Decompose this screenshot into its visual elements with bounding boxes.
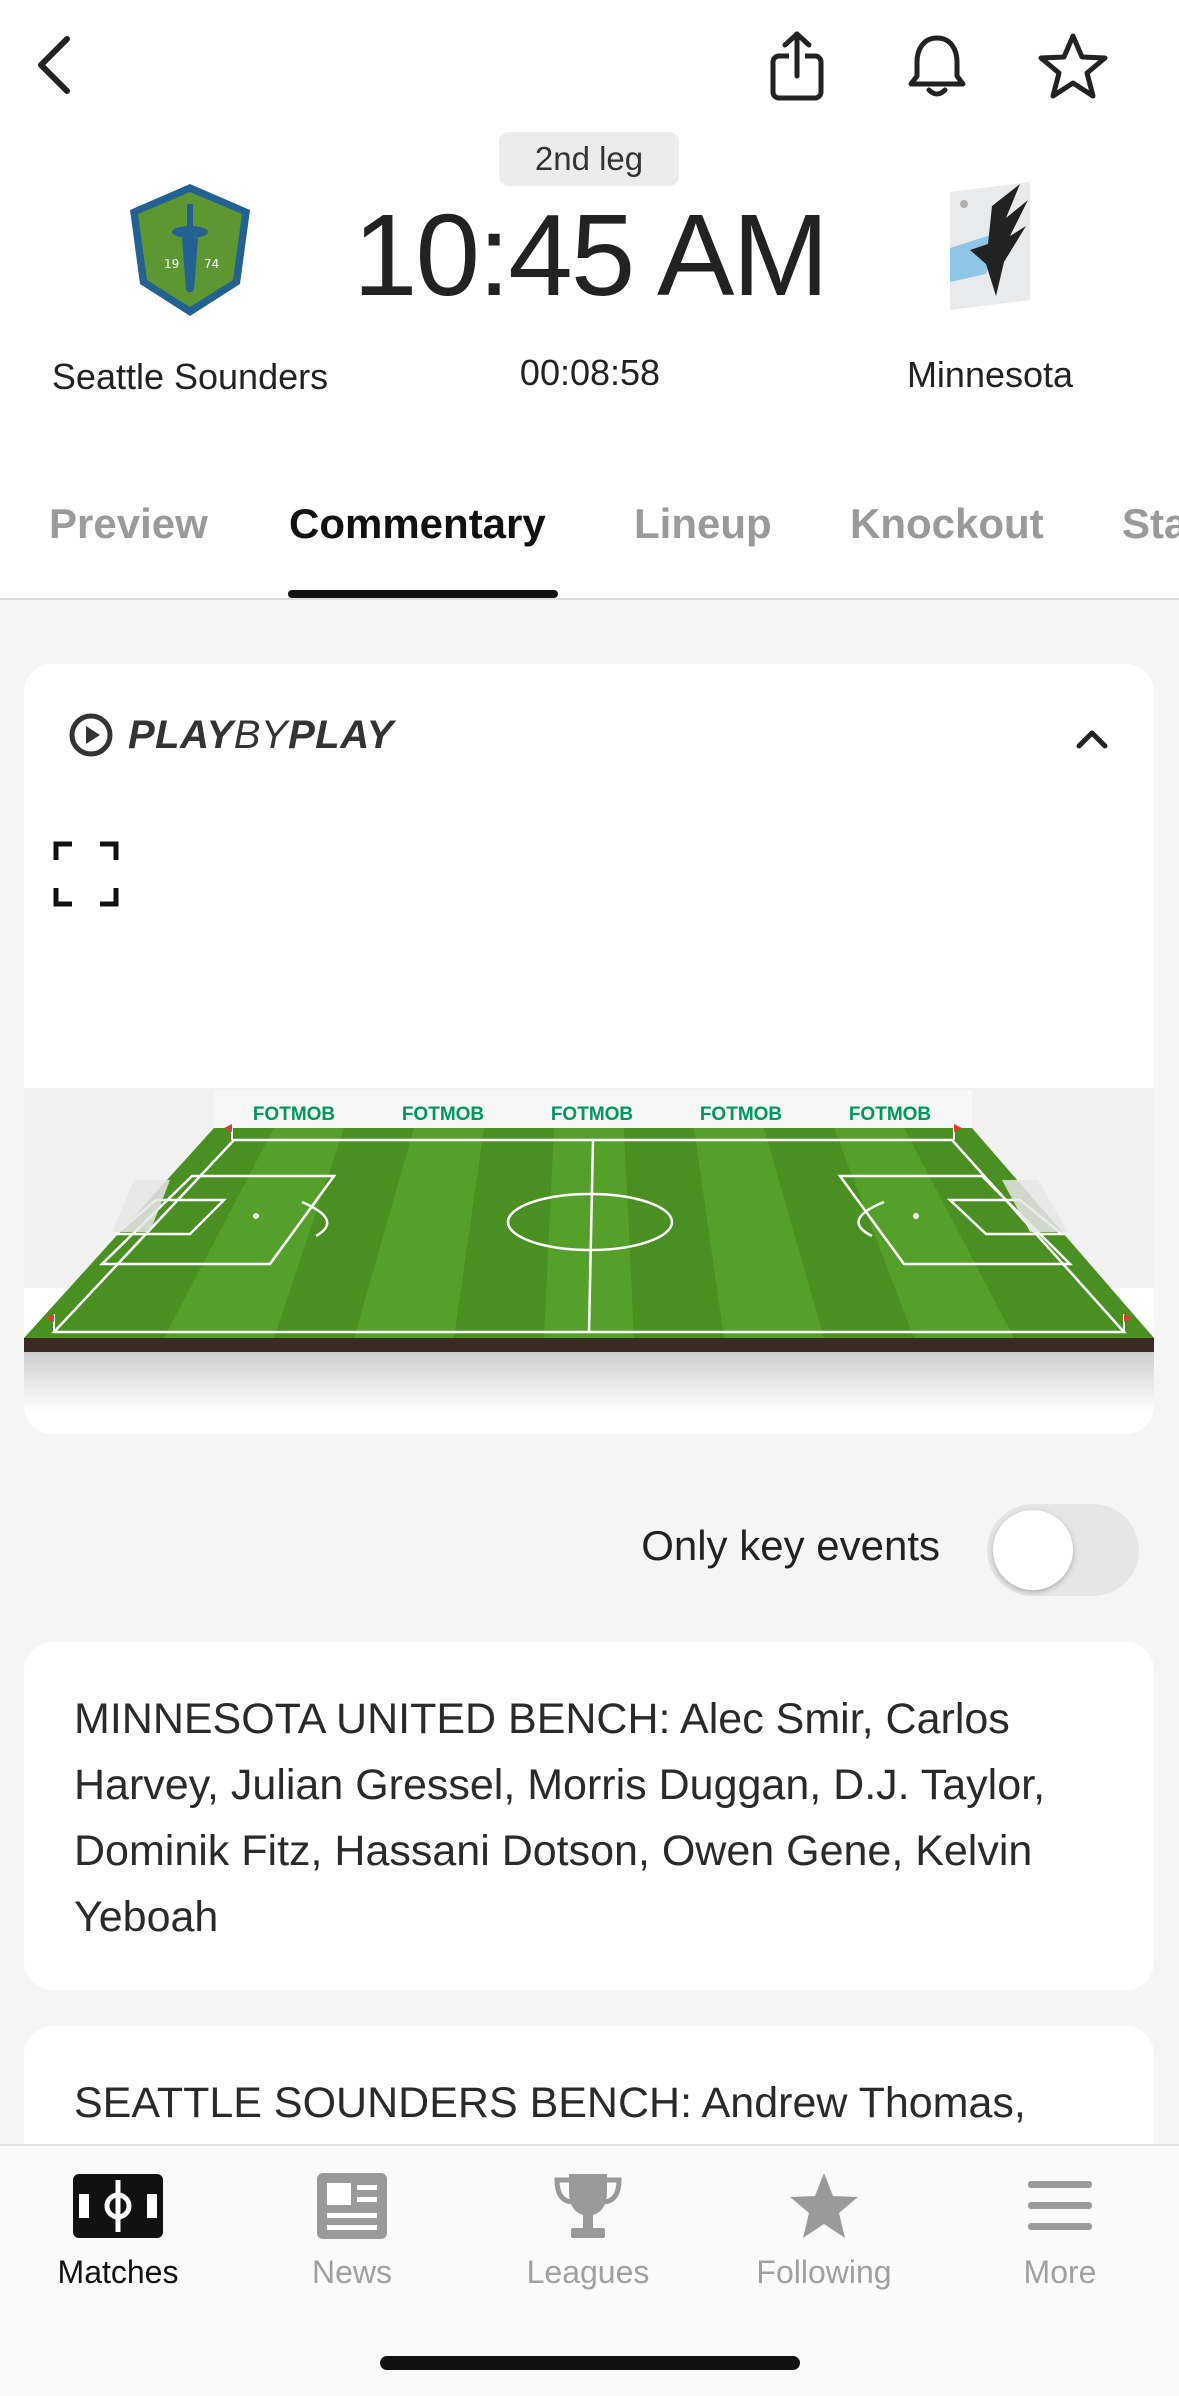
ad-board-text: FOTMOB [402, 1104, 484, 1125]
ad-board-text: FOTMOB [551, 1104, 633, 1125]
play-by-play-title: PLAYBYPLAY [128, 713, 394, 758]
nav-following[interactable]: Following [724, 2166, 924, 2291]
leg-badge: 2nd leg [499, 132, 679, 186]
ad-board-text: FOTMOB [253, 1104, 335, 1125]
kickoff-time: 10:45 AM [352, 190, 829, 320]
sounders-crest-icon: 19 74 [130, 184, 250, 316]
commentary-text: SEATTLE SOUNDERS BENCH: Andrew Thomas, [74, 2079, 1026, 2127]
tab-preview[interactable]: Preview [49, 500, 208, 548]
fullscreen-button[interactable] [52, 840, 120, 908]
commentary-text: MINNESOTA UNITED BENCH: Alec Smir, Carlo… [74, 1695, 1046, 1941]
back-button[interactable] [18, 30, 88, 100]
menu-icon [1012, 2166, 1108, 2246]
tab-knockout[interactable]: Knockout [850, 500, 1044, 548]
ad-board-text: FOTMOB [700, 1104, 782, 1125]
ad-board-text: FOTMOB [849, 1104, 931, 1125]
svg-text:74: 74 [204, 257, 219, 271]
pitch-visualization[interactable]: FOTMOB FOTMOB FOTMOB FOTMOB FOTMOB [24, 1084, 1154, 1434]
home-team-logo[interactable]: 19 74 [124, 180, 256, 320]
brand-part: PLAY [288, 712, 394, 757]
play-by-play-card: PLAYBYPLAY FOTMOB FOTMOB FOTMOB FOTMOB F… [24, 664, 1154, 1434]
home-team-name[interactable]: Seattle Sounders [20, 356, 360, 398]
chevron-left-icon [38, 36, 70, 94]
match-clock: 00:08:58 [519, 352, 661, 393]
away-team-name[interactable]: Minnesota [840, 354, 1140, 396]
fullscreen-icon [53, 841, 119, 907]
pitch-icon [70, 2166, 166, 2246]
chevron-up-icon [1076, 730, 1108, 749]
only-key-events-label: Only key events [641, 1522, 940, 1569]
nav-following-label: Following [756, 2254, 892, 2290]
away-team-logo[interactable] [930, 178, 1050, 318]
trophy-icon [540, 2166, 636, 2246]
favorite-button[interactable] [1036, 26, 1110, 106]
nav-more-label: More [1023, 2254, 1097, 2290]
newspaper-icon [304, 2166, 400, 2246]
brand-part: PLAY [128, 712, 234, 757]
tab-commentary[interactable]: Commentary [289, 500, 546, 548]
play-circle-icon [69, 713, 113, 757]
match-tabs: Preview Commentary Lineup Knockout Sta [0, 490, 1179, 600]
play-by-play-logo: PLAYBYPLAY [68, 712, 394, 758]
match-screen: 2nd leg 10:45 AM 00:08:58 19 74 Seattle … [0, 0, 1179, 2396]
only-key-events-toggle[interactable] [987, 1504, 1139, 1596]
nav-more[interactable]: More [960, 2166, 1160, 2291]
minnesota-crest-icon [950, 182, 1030, 310]
nav-news[interactable]: News [252, 2166, 452, 2291]
nav-matches-label: Matches [57, 2254, 179, 2290]
nav-leagues[interactable]: Leagues [488, 2166, 688, 2291]
active-tab-indicator [288, 590, 558, 598]
notifications-button[interactable] [900, 26, 974, 106]
tab-stats[interactable]: Sta [1122, 500, 1179, 548]
toggle-knob [993, 1510, 1073, 1590]
bell-icon [908, 35, 966, 97]
collapse-button[interactable] [1064, 714, 1120, 764]
commentary-item: MINNESOTA UNITED BENCH: Alec Smir, Carlo… [24, 1642, 1154, 1990]
star-outline-icon [1038, 33, 1108, 99]
nav-matches[interactable]: Matches [18, 2166, 218, 2291]
brand-part: BY [233, 712, 289, 757]
tab-lineup[interactable]: Lineup [634, 500, 772, 548]
pitch-svg: FOTMOB FOTMOB FOTMOB FOTMOB FOTMOB [24, 1084, 1154, 1434]
star-icon [776, 2166, 872, 2246]
match-header: 2nd leg 10:45 AM 00:08:58 19 74 Seattle … [0, 0, 1179, 600]
share-icon [770, 31, 824, 101]
home-indicator[interactable] [380, 2356, 800, 2370]
svg-text:19: 19 [164, 257, 179, 271]
share-button[interactable] [760, 26, 834, 106]
nav-news-label: News [311, 2254, 392, 2290]
nav-leagues-label: Leagues [526, 2254, 650, 2290]
